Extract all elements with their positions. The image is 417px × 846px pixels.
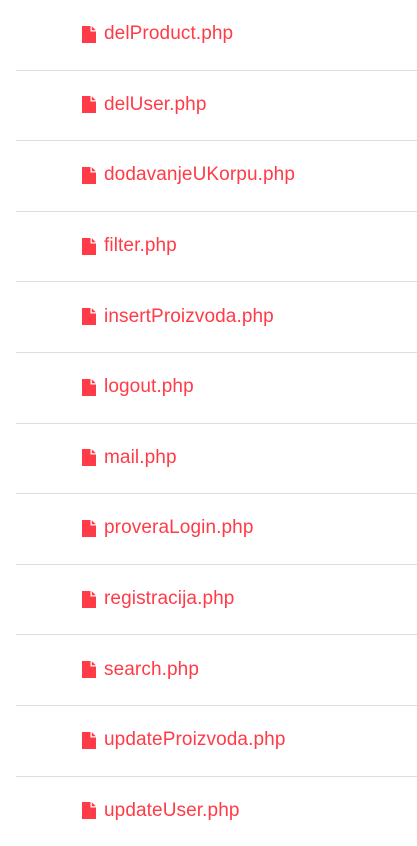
file-icon [82, 731, 96, 749]
file-link[interactable]: insertProizvoda.php [82, 281, 274, 352]
file-icon [82, 661, 96, 679]
file-link[interactable]: updateProizvoda.php [82, 705, 285, 776]
file-icon [82, 237, 96, 255]
file-icon [82, 590, 96, 608]
list-item: insertProizvoda.php [0, 281, 417, 352]
file-name: updateUser.php [104, 799, 240, 821]
list-item: delProduct.php [0, 0, 417, 70]
file-link[interactable]: registracija.php [82, 564, 234, 635]
list-item: registracija.php [0, 563, 417, 635]
file-list: delProduct.php delUser.php dodavanjeUKor… [0, 0, 417, 846]
list-item: proveraLogin.php [0, 493, 417, 564]
file-link[interactable]: delProduct.php [82, 0, 233, 70]
file-link[interactable]: mail.php [82, 423, 177, 494]
file-link[interactable]: proveraLogin.php [82, 493, 254, 564]
list-item: updateProizvoda.php [0, 704, 417, 776]
file-name: delProduct.php [104, 23, 234, 45]
file-link[interactable]: delUser.php [82, 70, 207, 141]
file-name: proveraLogin.php [104, 517, 254, 539]
file-link[interactable]: dodavanjeUKorpu.php [82, 140, 295, 211]
file-name: dodavanjeUKorpu.php [104, 164, 295, 186]
list-item: mail.php [0, 422, 417, 494]
file-icon [82, 519, 96, 537]
file-name: registracija.php [104, 588, 235, 610]
file-name: logout.php [104, 376, 194, 398]
file-icon [82, 96, 96, 114]
file-link[interactable]: search.php [82, 634, 199, 705]
file-icon [82, 25, 96, 43]
file-name: mail.php [104, 446, 177, 468]
list-item: search.php [0, 634, 417, 705]
file-icon [82, 166, 96, 184]
file-icon [82, 378, 96, 396]
list-item: logout.php [0, 351, 417, 423]
file-name: delUser.php [104, 93, 207, 115]
file-link[interactable]: updateUser.php [82, 776, 240, 846]
list-item: updateUser.php [0, 775, 417, 846]
file-name: updateProizvoda.php [104, 729, 286, 751]
file-link[interactable]: logout.php [82, 352, 194, 423]
file-icon [82, 802, 96, 820]
file-name: insertProizvoda.php [104, 305, 274, 327]
file-name: search.php [104, 658, 200, 680]
list-item: dodavanjeUKorpu.php [0, 140, 417, 211]
list-item: filter.php [0, 210, 417, 282]
file-icon [82, 308, 96, 326]
file-link[interactable]: filter.php [82, 211, 177, 282]
file-icon [82, 449, 96, 467]
list-item: delUser.php [0, 69, 417, 141]
file-name: filter.php [104, 235, 177, 257]
